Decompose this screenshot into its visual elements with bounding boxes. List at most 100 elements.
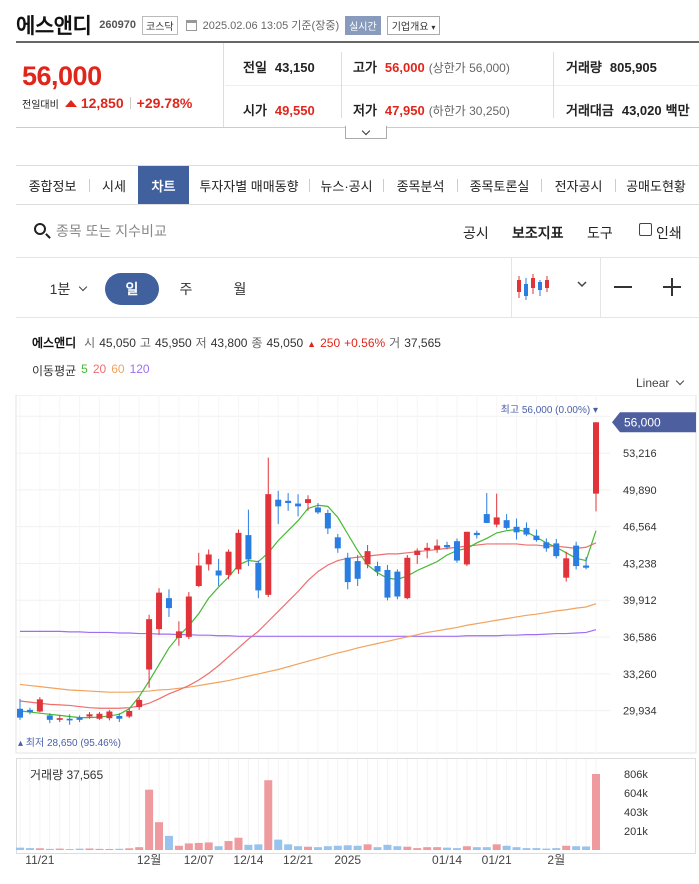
candle-body	[414, 550, 421, 556]
printer-icon[interactable]	[639, 223, 652, 236]
minute-period-dropdown[interactable]: 1분	[38, 273, 98, 305]
disclosure-toggle[interactable]: 공시	[463, 223, 489, 243]
volume-bar	[284, 844, 293, 850]
change-percent: +29.78%	[136, 95, 193, 111]
volume-bar	[184, 843, 193, 850]
tab-investor-trends[interactable]: 투자자별 매매동향	[189, 166, 309, 204]
volume-tick-label: 403k	[624, 807, 648, 819]
calendar-icon	[185, 19, 197, 31]
volume-chart[interactable]: 806k 604k 403k 201k 11/21 12월 12/07 12/14 12/21 2…	[0, 754, 699, 884]
volume-bar	[592, 774, 600, 850]
volume-bar	[572, 846, 581, 850]
candle-body	[195, 565, 202, 586]
ohlc-open-label: 시	[84, 336, 96, 350]
ohlc-volume: 37,565	[404, 336, 441, 350]
tools-button[interactable]: 도구	[587, 223, 613, 243]
ohlc-high-label: 고	[139, 336, 151, 350]
y-tick-label: 39,912	[623, 595, 657, 607]
chevron-down-icon	[361, 126, 371, 135]
price-box: 56,000 전일대비 12,850 +29.78%	[16, 43, 224, 127]
zoom-in-button[interactable]	[663, 278, 681, 296]
candle-body	[453, 541, 460, 561]
x-tick-label: 2월	[547, 853, 565, 867]
period-week[interactable]: 주	[171, 273, 201, 305]
candle-body	[165, 598, 172, 609]
candle-body	[473, 532, 480, 536]
candle-body	[533, 535, 540, 541]
volume-bar	[155, 822, 164, 850]
quote-date: 2025.02.06 13:05 기준(장중)	[202, 20, 340, 32]
up-triangle-icon: ▲	[307, 339, 317, 349]
price-chart[interactable]: 56,54253,21649,89046,56443,23839,91236,5…	[0, 395, 699, 755]
volume-bar	[443, 847, 452, 850]
ohlc-change: 250	[320, 336, 341, 350]
volume-bar	[294, 846, 303, 850]
candle-body	[503, 520, 510, 528]
tab-short-selling[interactable]: 공매도현황	[616, 166, 696, 204]
period-selector: 1분 일 주 월	[16, 258, 699, 318]
ohlc-low-label: 저	[195, 336, 207, 350]
ohlc-close: 45,050	[266, 336, 304, 350]
company-overview-button[interactable]: 기업개요 ▾	[386, 15, 441, 35]
expand-button[interactable]	[345, 126, 387, 139]
tab-disclosure[interactable]: 전자공시	[542, 166, 615, 204]
tab-news[interactable]: 뉴스·공시	[310, 166, 383, 204]
volume-bar	[125, 848, 134, 850]
volume-bar	[502, 845, 511, 850]
chart-type-dropdown[interactable]	[511, 258, 601, 318]
candle-body	[46, 715, 53, 720]
x-tick-label: 11/21	[25, 853, 54, 867]
candle-body	[314, 507, 321, 513]
volume-bar	[423, 847, 432, 850]
ma120-line	[20, 629, 597, 637]
candle-body	[146, 619, 153, 670]
current-price-tag-label: 56,000	[624, 415, 661, 429]
volume-bar	[35, 848, 44, 850]
scale-dropdown[interactable]: Linear	[636, 376, 685, 390]
chevron-down-icon: ▾	[431, 22, 436, 32]
tab-chart[interactable]: 차트	[138, 166, 189, 204]
candle-body	[66, 718, 73, 721]
candle-body	[215, 570, 222, 576]
candle-body	[76, 717, 83, 720]
tab-discussion[interactable]: 종목토론실	[458, 166, 541, 204]
period-month[interactable]: 월	[225, 273, 255, 305]
realtime-badge[interactable]: 실시간	[345, 15, 381, 35]
period-day[interactable]: 일	[105, 273, 159, 305]
ma5-line	[19, 504, 597, 719]
volume-tick-label: 604k	[624, 788, 648, 800]
candle-body	[384, 569, 391, 598]
volume-tick-label: 806k	[624, 769, 648, 781]
stat-volume-label: 거래량	[566, 60, 602, 75]
stat-amount-unit: 백만	[665, 103, 690, 118]
candle-body	[364, 551, 371, 565]
minute-period-label: 1분	[49, 281, 71, 297]
candle-body	[523, 527, 530, 535]
stat-open-value: 49,550	[274, 103, 315, 118]
stock-name: 에스앤디	[16, 15, 92, 38]
volume-bar	[105, 848, 114, 850]
volume-bar	[214, 846, 223, 850]
search-icon[interactable]	[34, 223, 46, 235]
stat-high-value: 56,000	[384, 60, 425, 75]
stat-high-limit: (상한가 56,000)	[428, 61, 510, 75]
volume-bar	[164, 835, 173, 850]
moving-average-legend[interactable]: 이동평균 5 20 60 120	[32, 362, 150, 379]
volume-bar	[244, 844, 253, 850]
tab-summary[interactable]: 종합정보	[16, 166, 89, 204]
y-tick-label: 43,238	[623, 558, 657, 570]
indicator-button[interactable]: 보조지표	[512, 223, 564, 243]
tab-analysis[interactable]: 종목분석	[384, 166, 457, 204]
candle-body	[26, 709, 33, 713]
tab-quotes[interactable]: 시세	[90, 166, 138, 204]
print-button[interactable]: 인쇄	[656, 223, 682, 243]
compare-search-input[interactable]	[56, 218, 356, 244]
zoom-out-button[interactable]	[614, 286, 632, 288]
candle-body	[404, 557, 411, 599]
candle-body	[394, 571, 401, 597]
stat-prev-label: 전일	[243, 60, 267, 75]
candle-body	[563, 558, 570, 578]
candle-body	[275, 499, 282, 507]
candle-body	[424, 547, 431, 551]
volume-bar	[65, 849, 74, 850]
